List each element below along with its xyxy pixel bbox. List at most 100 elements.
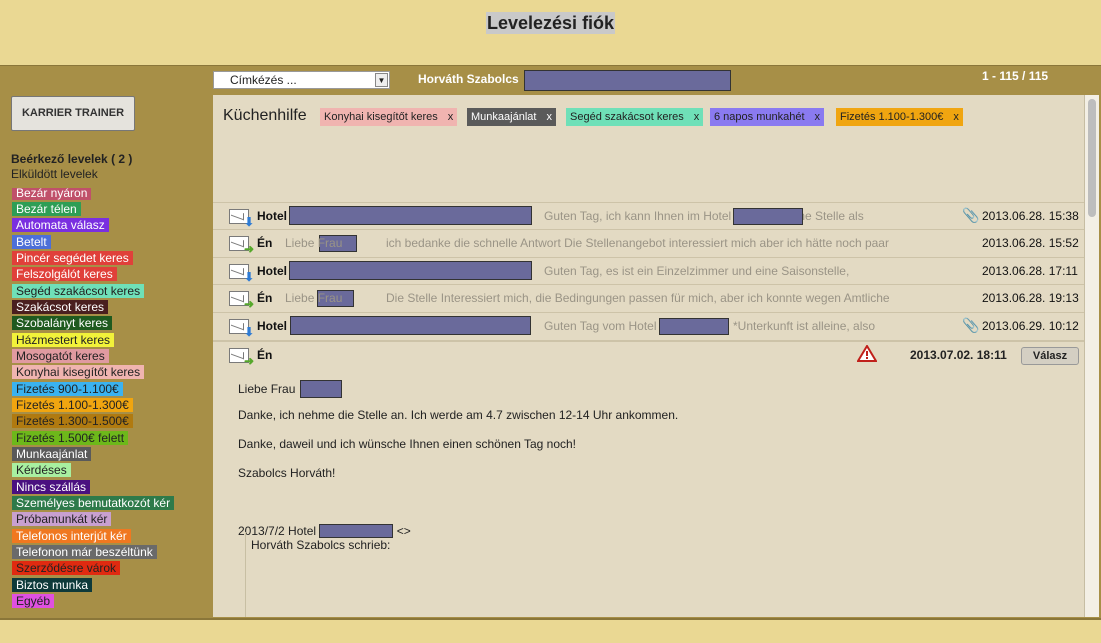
warning-icon[interactable] [857,345,877,362]
karrier-trainer-button[interactable]: KARRIER TRAINER [11,96,135,131]
envelope-icon: ⬇ [229,319,254,338]
sidebar-label[interactable]: Fizetés 1.500€ felett [12,431,129,445]
message-snippet: Guten Tag, es ist ein Einzelzimmer und e… [544,264,850,278]
sidebar-label[interactable]: Konyhai kisegítőt keres [12,365,145,379]
chevron-down-icon[interactable]: ▼ [375,73,388,87]
message-snippet-continued: ich bedanke die schnelle Antwort Die Ste… [386,236,889,250]
tag-remove-icon[interactable]: x [546,111,552,123]
sidebar-label[interactable]: Próbamunkát kér [12,512,112,526]
sidebar-label[interactable]: Biztos munka [12,578,93,592]
sidebar-label[interactable]: Betelt [12,235,51,249]
message-date: 2013.06.29. 10:12 [982,319,1079,333]
thread-scrollbar[interactable] [1084,95,1099,617]
outgoing-arrow-icon: ➜ [243,242,254,256]
inbox-link[interactable]: Beérkező levelek ( 2 ) [11,152,132,166]
outgoing-arrow-icon: ➜ [243,297,254,311]
sidebar-label[interactable]: Szerződésre várok [12,561,121,575]
message-row[interactable]: ➜ Én Liebe Frau ich bedanke die schnelle An… [213,229,1084,256]
thread-tag: Munkaajánlat x [467,108,556,126]
message-row[interactable]: ➜ Én Liebe Frau Die Stelle Interessiert mic… [213,284,1084,311]
sidebar-label[interactable]: Szobalányt keres [12,316,113,330]
message-row[interactable]: ⬇ Hotel Guten Tag, es ist ein Einzelzimmer… [213,257,1084,284]
redacted-field [524,70,731,91]
message-sender: Én [257,291,273,305]
open-message: ➜ Én 2013.07.02. 18:11 Válasz Liebe Frau… [213,341,1084,617]
sidebar-label[interactable]: Felszolgálót keres [12,267,117,281]
message-sender: Hotel [257,319,287,333]
sidebar-label[interactable]: Segéd szakácsot keres [12,284,145,298]
sidebar-label[interactable]: Személyes bemutatkozót kér [12,496,175,510]
label-list: Bezár nyáron Bezár télen Automata válasz Be… [12,188,202,616]
message-sender: Hotel [257,264,287,278]
message-date: 2013.06.28. 15:52 [982,236,1079,250]
page-title: Levelezési fiók [486,12,616,34]
envelope-icon: ⬇ [229,264,254,283]
tag-remove-icon[interactable]: x [448,111,454,123]
thread-tag: 6 napos munkahét x [710,108,825,126]
quote-header-text: 2013/7/2 Hotel [238,524,317,538]
sidebar-label[interactable]: Bezár nyáron [12,188,92,200]
tag-label: Munkaajánlat [471,111,537,123]
sidebar-label[interactable]: Nincs szállás [12,480,91,494]
message-sender: Én [257,236,273,250]
redacted-field [289,261,532,280]
message-snippet: Guten Tag, ich kann Ihnen im Hotel [544,209,732,223]
user-name: Horváth Szabolcs [418,72,519,86]
message-row[interactable]: ⬇ Hotel Guten Tag vom Hotel *Unterkunft ist… [213,312,1084,339]
incoming-arrow-icon: ⬇ [243,270,254,284]
thread-panel: Küchenhilfe Konyhai kisegítőt keres x Munk… [213,95,1084,617]
envelope-icon: ⬇ [229,209,254,228]
message-snippet-continued: *Unterkunft ist alleine, also [733,319,876,333]
attachment-icon: 📎 [962,317,980,333]
sidebar-label[interactable]: Automata válasz [12,218,109,232]
tag-remove-icon[interactable]: x [694,111,700,123]
sidebar-label[interactable]: Kérdéses [12,463,71,477]
quote-header-end: <> [396,524,411,538]
paging-info: 1 - 115 / 115 [982,69,1049,83]
tag-label: 6 napos munkahét [714,111,805,123]
label-select-dropdown[interactable]: Címkézés ... ▼ [213,71,390,89]
message-snippet: Guten Tag vom Hotel [544,319,657,333]
sidebar-label[interactable]: Telefonon már beszéltünk [12,545,157,559]
sidebar-label[interactable]: Telefonos interjút kér [12,529,131,543]
main-frame: Címkézés ... ▼ Horváth Szabolcs 1 - 115 … [0,65,1101,618]
redacted-name [299,380,342,398]
sidebar-label[interactable]: Fizetés 1.300-1.500€ [12,414,133,428]
quote-header: 2013/7/2 Hotel <> [238,524,411,538]
sidebar-label[interactable]: Bezár télen [12,202,81,216]
message-sender: Hotel [257,209,287,223]
tag-remove-icon[interactable]: x [953,111,959,123]
attachment-icon: 📎 [962,207,980,223]
sidebar-label[interactable]: Pincér segédet keres [12,251,133,265]
bottom-strip [0,618,1101,643]
sidebar-label[interactable]: Fizetés 900-1.100€ [12,382,123,396]
message-row[interactable]: ⬇ Hotel Guten Tag, ich kann Ihnen im Hotel… [213,202,1084,229]
message-signature: Szabolcs Horváth! [238,466,336,480]
redacted-field [733,208,803,225]
tag-remove-icon[interactable]: x [815,111,821,123]
sidebar-label[interactable]: Mosogatót keres [12,349,109,363]
scroll-thumb[interactable] [1088,99,1096,217]
tag-label: Konyhai kisegítőt keres [324,111,438,123]
redacted-field [290,316,531,335]
thread-tag: Segéd szakácsot keres x [566,108,704,126]
thread-subject: Küchenhilfe [223,107,307,124]
message-date: 2013.06.28. 19:13 [982,291,1079,305]
incoming-arrow-icon: ⬇ [243,215,254,229]
sent-link[interactable]: Elküldött levelek [11,167,98,181]
message-greeting: Liebe Frau [238,380,342,398]
sidebar-label[interactable]: Szakácsot keres [12,300,109,314]
message-line-2: Danke, daweil und ich wünsche Ihnen eine… [238,437,577,451]
top-header: Levelezési fiók [0,0,1101,65]
incoming-arrow-icon: ⬇ [243,325,254,339]
quote-line: Horváth Szabolcs schrieb: [251,538,391,552]
message-line-1: Danke, ich nehme die Stelle an. Ich werd… [238,408,679,422]
sidebar-label[interactable]: Egyéb [12,594,55,608]
message-date: 2013.06.28. 17:11 [982,264,1078,278]
envelope-icon: ➜ [229,236,254,255]
reply-button[interactable]: Válasz [1021,347,1079,365]
open-message-header: ➜ Én 2013.07.02. 18:11 Válasz [213,342,1084,368]
sidebar-label[interactable]: Házmestert keres [12,333,115,347]
sidebar-label[interactable]: Munkaajánlat [12,447,92,461]
sidebar-label[interactable]: Fizetés 1.100-1.300€ [12,398,133,412]
